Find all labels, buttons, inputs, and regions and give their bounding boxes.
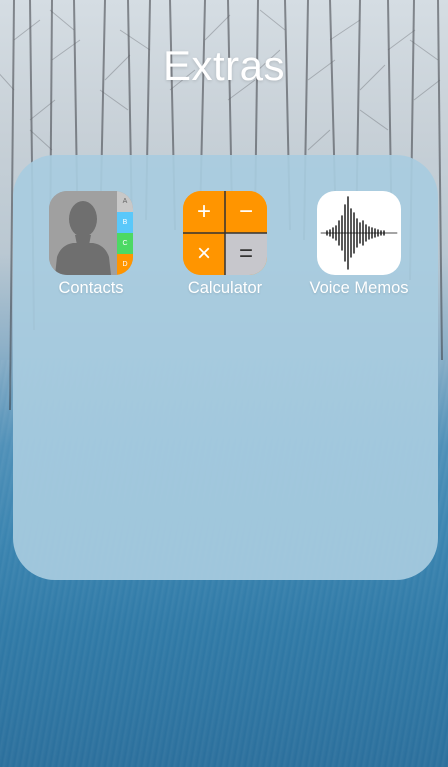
app-voice-memos[interactable]: Voice Memos (299, 191, 419, 298)
calc-plus-key: + (183, 191, 225, 233)
app-calculator[interactable]: + − × = Calculator (165, 191, 285, 298)
folder-title[interactable]: Extras (0, 42, 448, 90)
calc-equals-key: = (225, 233, 267, 275)
app-label-contacts: Contacts (58, 279, 124, 297)
home-screen: Extras A B C D Contacts + − × = Calculat… (0, 0, 448, 767)
calculator-icon[interactable]: + − × = (183, 191, 267, 275)
tab-a: A (117, 191, 133, 212)
tab-c: C (117, 233, 133, 254)
calc-times-key: × (183, 233, 225, 275)
voice-memos-icon[interactable] (317, 191, 401, 275)
tab-b: B (117, 212, 133, 233)
waveform-icon (320, 196, 398, 270)
app-contacts[interactable]: A B C D Contacts (31, 191, 151, 298)
contacts-index-tabs: A B C D (117, 191, 133, 275)
calc-divider-horizontal (183, 232, 267, 234)
app-label-voice-memos: Voice Memos (309, 279, 409, 297)
tab-d: D (117, 254, 133, 275)
contacts-icon[interactable]: A B C D (49, 191, 133, 275)
folder-panel: A B C D Contacts + − × = Calculator Voic… (13, 155, 438, 580)
app-label-calculator: Calculator (187, 279, 263, 297)
calc-minus-key: − (225, 191, 267, 233)
